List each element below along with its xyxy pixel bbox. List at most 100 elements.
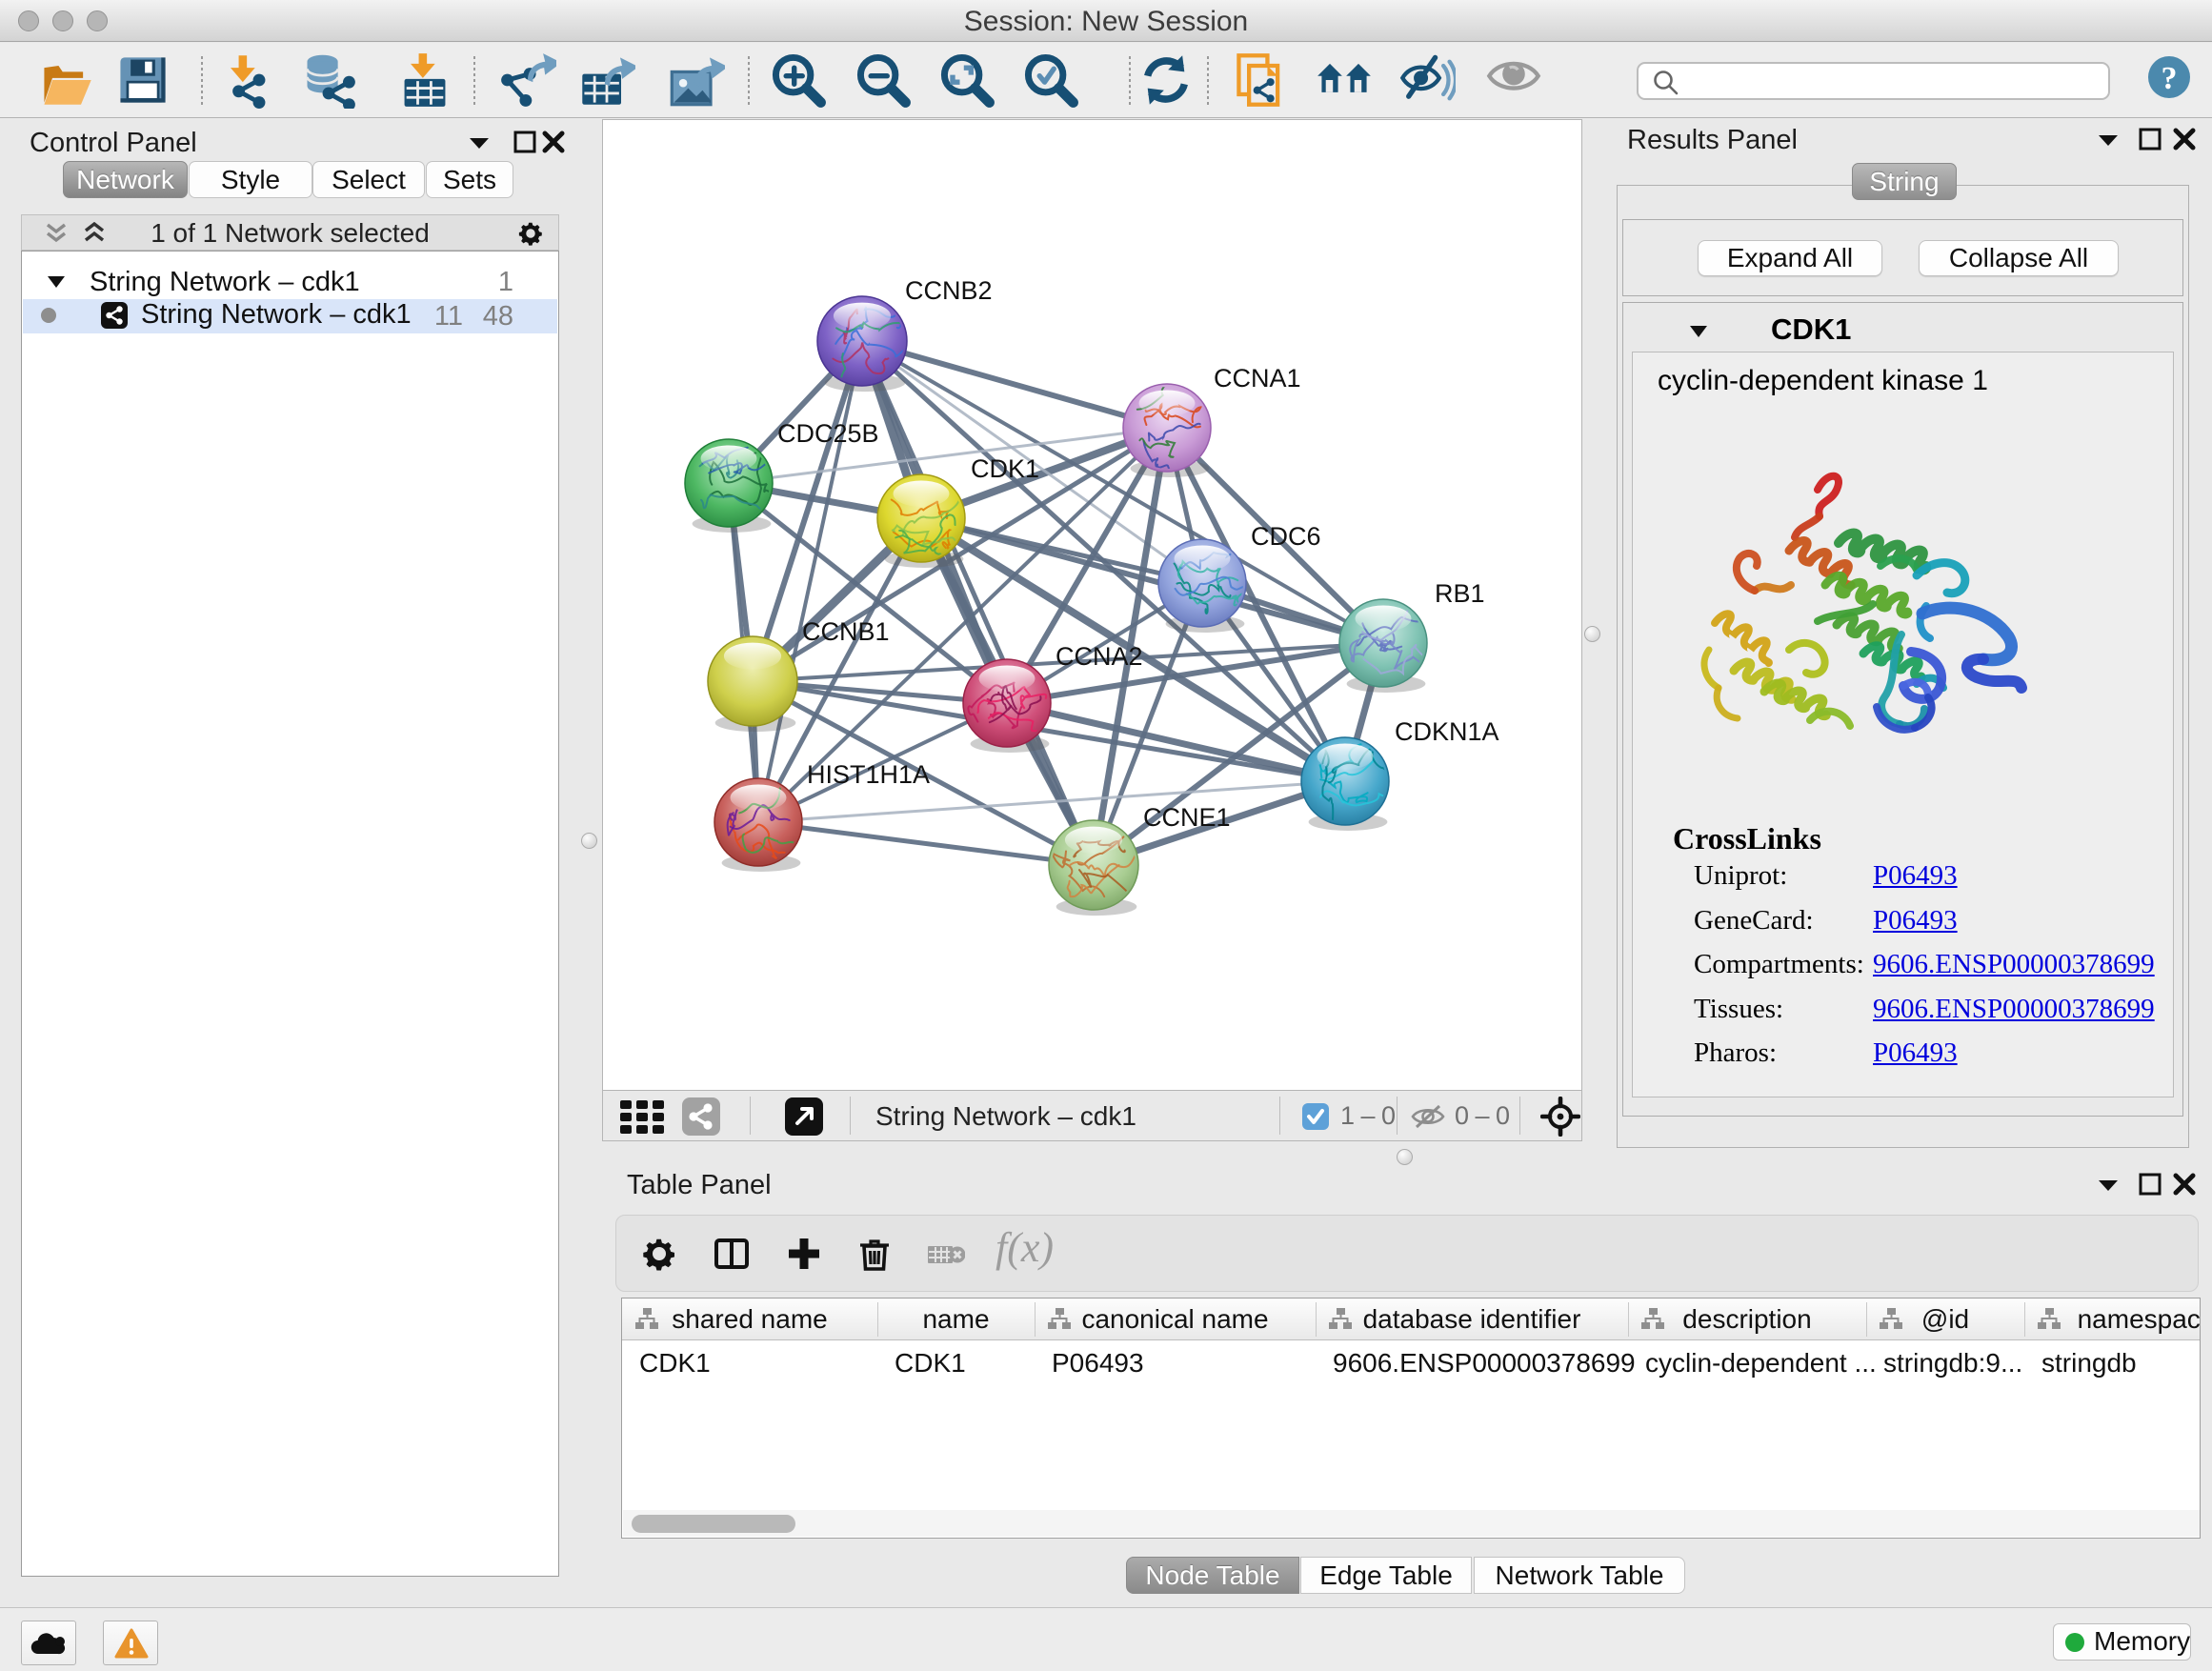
edge-CCNB2-HIST1H1A[interactable] xyxy=(758,341,862,822)
toolbar-divider xyxy=(1129,56,1131,106)
hidden-eye-icon xyxy=(1410,1103,1446,1130)
crosslink-label: GeneCard: xyxy=(1694,905,1814,936)
network-list-options-icon[interactable] xyxy=(516,219,545,248)
results-panel-menu-icon[interactable] xyxy=(2095,131,2122,150)
function-builder-icon[interactable]: f(x) xyxy=(995,1223,1054,1272)
zoom-in-icon[interactable] xyxy=(770,51,827,109)
import-table-icon[interactable] xyxy=(396,51,453,109)
edge-CCNE1-HIST1H1A[interactable] xyxy=(758,822,1094,865)
first-neighbors-icon[interactable] xyxy=(1137,51,1195,109)
gene-expander-icon[interactable] xyxy=(1688,324,1709,339)
node-CCNB1[interactable] xyxy=(708,636,797,732)
toolbar-divider xyxy=(201,56,203,106)
help-button[interactable]: ? xyxy=(2146,54,2192,100)
network-node-count: 11 xyxy=(434,301,463,332)
column-header-canonical-name[interactable]: canonical name xyxy=(1035,1304,1316,1335)
table-panel-menu-icon[interactable] xyxy=(2095,1176,2122,1195)
tab-sets[interactable]: Sets xyxy=(426,161,513,198)
open-view-icon[interactable] xyxy=(785,1097,823,1136)
right-splitter-handle[interactable] xyxy=(1584,626,1600,642)
help-icon: ? xyxy=(2146,54,2192,100)
tab-string[interactable]: String xyxy=(1852,163,1957,200)
export-image-icon[interactable] xyxy=(668,51,725,109)
add-column-icon[interactable] xyxy=(785,1235,823,1273)
export-table-icon[interactable] xyxy=(578,51,635,109)
memory-button[interactable]: Memory xyxy=(2053,1623,2191,1661)
node-CDC25B[interactable] xyxy=(685,435,800,533)
crosslink-link[interactable]: P06493 xyxy=(1873,905,1958,936)
tab-network-table[interactable]: Network Table xyxy=(1474,1557,1685,1594)
control-panel-float-icon[interactable] xyxy=(513,130,537,154)
control-panel-menu-icon[interactable] xyxy=(466,133,493,152)
tab-node-table[interactable]: Node Table xyxy=(1126,1557,1299,1594)
results-panel-float-icon[interactable] xyxy=(2138,127,2162,151)
copy-style-icon[interactable] xyxy=(1233,51,1290,109)
node-label-CCNB1: CCNB1 xyxy=(802,617,890,646)
show-all-icon[interactable] xyxy=(1485,51,1542,109)
zoom-selected-icon[interactable] xyxy=(1022,51,1079,109)
node-CDKN1A[interactable] xyxy=(1301,735,1425,831)
results-panel: Results Panel String Expand All Collapse… xyxy=(1601,119,2212,1158)
zoom-out-icon[interactable] xyxy=(855,51,912,109)
collapse-all-button[interactable]: Collapse All xyxy=(1919,240,2119,276)
table-panel-close-icon[interactable] xyxy=(2172,1172,2197,1197)
table-panel-float-icon[interactable] xyxy=(2138,1172,2162,1197)
cell-name: CDK1 xyxy=(895,1348,966,1379)
tab-edge-table[interactable]: Edge Table xyxy=(1300,1557,1472,1594)
collection-count: 1 xyxy=(498,267,513,298)
network-row[interactable]: String Network – cdk1 11 48 xyxy=(23,299,557,333)
crosslink-link[interactable]: P06493 xyxy=(1873,1037,1958,1069)
expand-all-button[interactable]: Expand All xyxy=(1698,240,1882,276)
crosslink-link[interactable]: 9606.ENSP00000378699 xyxy=(1873,949,2155,980)
results-panel-close-icon[interactable] xyxy=(2172,127,2197,151)
column-header-database-identifier[interactable]: database identifier xyxy=(1316,1304,1628,1335)
export-network-icon[interactable] xyxy=(499,51,556,109)
node-CDC6[interactable] xyxy=(1158,539,1257,633)
crosslink-link[interactable]: P06493 xyxy=(1873,860,1958,892)
network-view[interactable]: CCNB2CCNA1CDC25BCDK1CDC6RB1CCNB1CCNA2CDK… xyxy=(602,119,1582,1090)
home-icon[interactable] xyxy=(1316,51,1373,109)
split-columns-icon[interactable] xyxy=(713,1235,751,1273)
column-header-shared-name[interactable]: shared name xyxy=(622,1304,877,1335)
table-hscrollbar-thumb[interactable] xyxy=(632,1515,795,1533)
search-input[interactable] xyxy=(1692,66,2092,96)
tab-select[interactable]: Select xyxy=(312,161,425,198)
control-panel-close-icon[interactable] xyxy=(541,130,566,154)
delete-column-icon[interactable] xyxy=(855,1235,894,1273)
import-network-file-icon[interactable] xyxy=(216,51,273,109)
node-CCNA1[interactable] xyxy=(1123,381,1230,485)
open-session-icon[interactable] xyxy=(38,51,95,109)
network-edge-count: 48 xyxy=(483,301,513,332)
gear-icon[interactable] xyxy=(640,1235,678,1273)
bottom-splitter-handle[interactable] xyxy=(1397,1149,1413,1165)
tab-style[interactable]: Style xyxy=(189,161,312,198)
left-splitter-handle[interactable] xyxy=(581,833,597,849)
gene-section-header[interactable]: CDK1 xyxy=(1623,303,2182,352)
save-session-icon[interactable] xyxy=(114,51,171,109)
table-header: shared namenamecanonical namedatabase id… xyxy=(622,1299,2201,1340)
warning-button[interactable] xyxy=(103,1621,158,1665)
zoom-fit-icon[interactable] xyxy=(938,51,995,109)
node-HIST1H1A[interactable] xyxy=(714,777,812,872)
crosslink-link[interactable]: 9606.ENSP00000378699 xyxy=(1873,994,2155,1025)
control-panel: Control Panel NetworkStyleSelectSets 1 o… xyxy=(10,122,570,1587)
network-collection-row[interactable]: String Network – cdk1 1 xyxy=(23,267,557,299)
node-RB1[interactable] xyxy=(1339,599,1462,693)
import-network-database-icon[interactable] xyxy=(300,51,357,109)
status-bar: Memory xyxy=(0,1607,2212,1671)
gene-description: cyclin-dependent kinase 1 xyxy=(1658,365,1988,397)
node-CCNA2[interactable] xyxy=(963,659,1057,753)
crosslinks-title: CrossLinks xyxy=(1673,821,1821,856)
grid-mode-icon[interactable] xyxy=(619,1099,667,1134)
cell-shared-name: CDK1 xyxy=(639,1348,711,1379)
cell-namespace: stringdb xyxy=(2041,1348,2137,1379)
birdseye-icon[interactable] xyxy=(1540,1097,1580,1137)
hide-selected-icon[interactable] xyxy=(1398,51,1456,109)
view-mode-share-icon[interactable] xyxy=(682,1097,720,1136)
column-header-name[interactable]: name xyxy=(877,1304,1035,1335)
memory-status-dot xyxy=(2065,1633,2084,1652)
collection-expander-icon[interactable] xyxy=(46,274,67,290)
network-list: String Network – cdk1 1 String Network –… xyxy=(21,251,559,1577)
tab-network[interactable]: Network xyxy=(63,161,188,198)
cloud-button[interactable] xyxy=(21,1621,76,1665)
